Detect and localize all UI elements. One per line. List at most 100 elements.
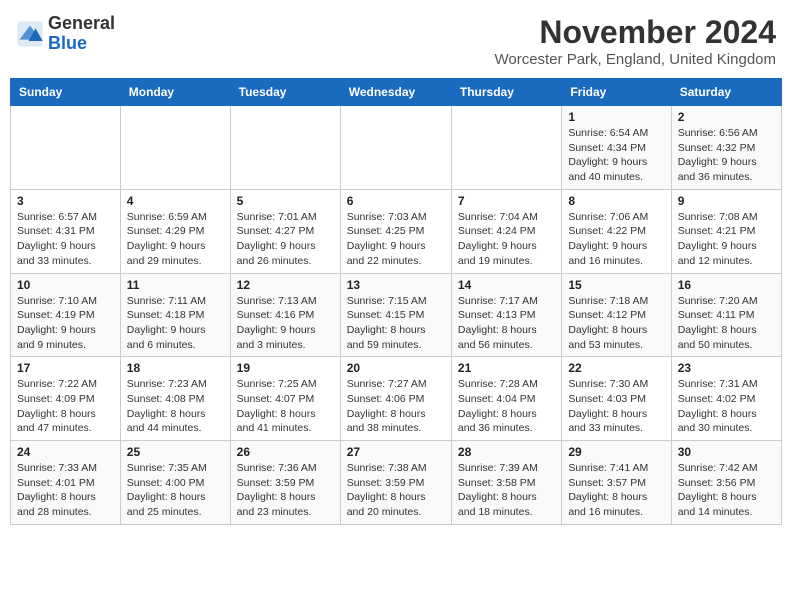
day-info: Sunrise: 7:03 AMSunset: 4:25 PMDaylight:…	[347, 210, 445, 269]
day-number: 13	[347, 278, 445, 292]
day-number: 20	[347, 361, 445, 375]
header-cell-wednesday: Wednesday	[340, 79, 451, 106]
day-cell: 14 Sunrise: 7:17 AMSunset: 4:13 PMDayligh…	[451, 273, 561, 357]
day-number: 2	[678, 110, 775, 124]
day-info: Sunrise: 7:28 AMSunset: 4:04 PMDaylight:…	[458, 377, 555, 436]
day-info: Sunrise: 7:01 AMSunset: 4:27 PMDaylight:…	[237, 210, 334, 269]
week-row-4: 17 Sunrise: 7:22 AMSunset: 4:09 PMDayligh…	[11, 357, 782, 441]
day-cell: 4 Sunrise: 6:59 AMSunset: 4:29 PMDaylight…	[120, 189, 230, 273]
day-cell: 6 Sunrise: 7:03 AMSunset: 4:25 PMDaylight…	[340, 189, 451, 273]
day-cell: 13Sunrise: 7:15 AMSunset: 4:15 PMDayligh…	[340, 273, 451, 357]
day-cell: 10Sunrise: 7:10 AMSunset: 4:19 PMDayligh…	[11, 273, 121, 357]
day-info: Sunrise: 7:23 AMSunset: 4:08 PMDaylight:…	[127, 377, 224, 436]
day-cell: 22 Sunrise: 7:30 AMSunset: 4:03 PMDayligh…	[562, 357, 671, 441]
day-info: Sunrise: 7:06 AMSunset: 4:22 PMDaylight:…	[568, 210, 664, 269]
day-number: 5	[237, 194, 334, 208]
day-cell: 21Sunrise: 7:28 AMSunset: 4:04 PMDayligh…	[451, 357, 561, 441]
header-cell-saturday: Saturday	[671, 79, 781, 106]
day-cell	[230, 106, 340, 190]
day-cell: 16 Sunrise: 7:20 AMSunset: 4:11 PMDayligh…	[671, 273, 781, 357]
day-cell	[451, 106, 561, 190]
day-cell: 3 Sunrise: 6:57 AMSunset: 4:31 PMDaylight…	[11, 189, 121, 273]
day-number: 23	[678, 361, 775, 375]
day-number: 14	[458, 278, 555, 292]
day-info: Sunrise: 6:59 AMSunset: 4:29 PMDaylight:…	[127, 210, 224, 269]
day-number: 9	[678, 194, 775, 208]
day-cell: 11 Sunrise: 7:11 AMSunset: 4:18 PMDayligh…	[120, 273, 230, 357]
day-number: 26	[237, 445, 334, 459]
day-number: 25	[127, 445, 224, 459]
day-number: 15	[568, 278, 664, 292]
day-info: Sunrise: 6:56 AMSunset: 4:32 PMDaylight:…	[678, 126, 775, 185]
day-cell: 29 Sunrise: 7:41 AMSunset: 3:57 PMDayligh…	[562, 441, 671, 525]
day-info: Sunrise: 7:13 AMSunset: 4:16 PMDaylight:…	[237, 294, 334, 353]
header-row: SundayMondayTuesdayWednesdayThursdayFrid…	[11, 79, 782, 106]
day-cell: 2 Sunrise: 6:56 AMSunset: 4:32 PMDaylight…	[671, 106, 781, 190]
day-info: Sunrise: 7:35 AMSunset: 4:00 PMDaylight:…	[127, 461, 224, 520]
day-number: 12	[237, 278, 334, 292]
day-info: Sunrise: 7:31 AMSunset: 4:02 PMDaylight:…	[678, 377, 775, 436]
day-info: Sunrise: 7:18 AMSunset: 4:12 PMDaylight:…	[568, 294, 664, 353]
day-cell: 8Sunrise: 7:06 AMSunset: 4:22 PMDaylight…	[562, 189, 671, 273]
day-cell: 5 Sunrise: 7:01 AMSunset: 4:27 PMDaylight…	[230, 189, 340, 273]
logo-icon	[16, 20, 44, 48]
day-number: 24	[17, 445, 114, 459]
calendar-body: 1 Sunrise: 6:54 AMSunset: 4:34 PMDaylight…	[11, 106, 782, 525]
week-row-5: 24Sunrise: 7:33 AMSunset: 4:01 PMDayligh…	[11, 441, 782, 525]
day-info: Sunrise: 7:17 AMSunset: 4:13 PMDaylight:…	[458, 294, 555, 353]
day-info: Sunrise: 6:57 AMSunset: 4:31 PMDaylight:…	[17, 210, 114, 269]
week-row-1: 1 Sunrise: 6:54 AMSunset: 4:34 PMDaylight…	[11, 106, 782, 190]
month-title: November 2024	[494, 14, 776, 51]
header-cell-thursday: Thursday	[451, 79, 561, 106]
day-info: Sunrise: 7:30 AMSunset: 4:03 PMDaylight:…	[568, 377, 664, 436]
day-cell: 12 Sunrise: 7:13 AMSunset: 4:16 PMDayligh…	[230, 273, 340, 357]
day-cell: 1 Sunrise: 6:54 AMSunset: 4:34 PMDaylight…	[562, 106, 671, 190]
day-cell: 7Sunrise: 7:04 AMSunset: 4:24 PMDaylight…	[451, 189, 561, 273]
day-cell	[120, 106, 230, 190]
day-cell: 24Sunrise: 7:33 AMSunset: 4:01 PMDayligh…	[11, 441, 121, 525]
day-number: 22	[568, 361, 664, 375]
day-cell	[340, 106, 451, 190]
day-cell: 15 Sunrise: 7:18 AMSunset: 4:12 PMDayligh…	[562, 273, 671, 357]
calendar: SundayMondayTuesdayWednesdayThursdayFrid…	[10, 78, 782, 525]
day-number: 29	[568, 445, 664, 459]
title-area: November 2024 Worcester Park, England, U…	[494, 14, 776, 68]
day-number: 19	[237, 361, 334, 375]
day-number: 1	[568, 110, 664, 124]
day-number: 27	[347, 445, 445, 459]
day-number: 16	[678, 278, 775, 292]
day-info: Sunrise: 7:42 AMSunset: 3:56 PMDaylight:…	[678, 461, 775, 520]
day-info: Sunrise: 7:39 AMSunset: 3:58 PMDaylight:…	[458, 461, 555, 520]
day-cell	[11, 106, 121, 190]
day-cell: 20Sunrise: 7:27 AMSunset: 4:06 PMDayligh…	[340, 357, 451, 441]
day-cell: 9Sunrise: 7:08 AMSunset: 4:21 PMDaylight…	[671, 189, 781, 273]
logo-general: General	[48, 13, 115, 33]
day-number: 7	[458, 194, 555, 208]
header-cell-sunday: Sunday	[11, 79, 121, 106]
day-number: 10	[17, 278, 114, 292]
day-cell: 18Sunrise: 7:23 AMSunset: 4:08 PMDayligh…	[120, 357, 230, 441]
header-cell-monday: Monday	[120, 79, 230, 106]
day-number: 4	[127, 194, 224, 208]
day-info: Sunrise: 6:54 AMSunset: 4:34 PMDaylight:…	[568, 126, 664, 185]
day-info: Sunrise: 7:41 AMSunset: 3:57 PMDaylight:…	[568, 461, 664, 520]
day-info: Sunrise: 7:20 AMSunset: 4:11 PMDaylight:…	[678, 294, 775, 353]
day-number: 3	[17, 194, 114, 208]
calendar-header: SundayMondayTuesdayWednesdayThursdayFrid…	[11, 79, 782, 106]
day-number: 17	[17, 361, 114, 375]
day-cell: 26Sunrise: 7:36 AMSunset: 3:59 PMDayligh…	[230, 441, 340, 525]
header-cell-friday: Friday	[562, 79, 671, 106]
day-cell: 28 Sunrise: 7:39 AMSunset: 3:58 PMDayligh…	[451, 441, 561, 525]
subtitle: Worcester Park, England, United Kingdom	[494, 51, 776, 68]
week-row-2: 3 Sunrise: 6:57 AMSunset: 4:31 PMDaylight…	[11, 189, 782, 273]
day-number: 28	[458, 445, 555, 459]
day-info: Sunrise: 7:22 AMSunset: 4:09 PMDaylight:…	[17, 377, 114, 436]
day-number: 11	[127, 278, 224, 292]
day-number: 6	[347, 194, 445, 208]
day-cell: 19Sunrise: 7:25 AMSunset: 4:07 PMDayligh…	[230, 357, 340, 441]
header-cell-tuesday: Tuesday	[230, 79, 340, 106]
logo-blue: Blue	[48, 33, 87, 53]
day-info: Sunrise: 7:11 AMSunset: 4:18 PMDaylight:…	[127, 294, 224, 353]
week-row-3: 10Sunrise: 7:10 AMSunset: 4:19 PMDayligh…	[11, 273, 782, 357]
day-cell: 25 Sunrise: 7:35 AMSunset: 4:00 PMDayligh…	[120, 441, 230, 525]
